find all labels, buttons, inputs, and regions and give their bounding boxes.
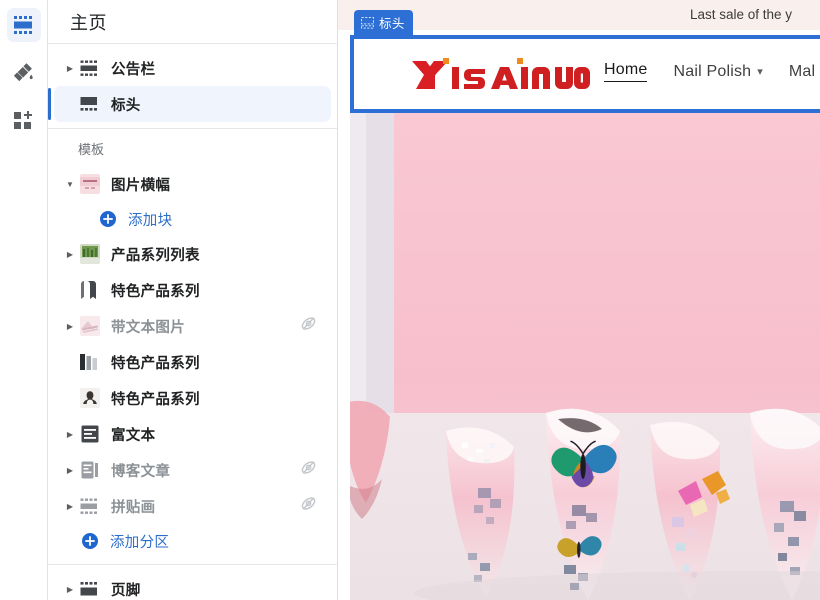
sidebar-item-label: 产品系列列表: [111, 247, 200, 264]
sidebar-group-template: 模板 ▼ 图片横幅 添加块 ▶ 产品系列列表 特色产品系列 ▶ 带文本图片 特色…: [48, 129, 337, 565]
sidebar-item-featured-collection-1[interactable]: ▶ 特色产品系列: [54, 272, 331, 308]
chevron-right-icon[interactable]: ▶: [62, 64, 78, 73]
sidebar-item-label: 带文本图片: [111, 319, 185, 336]
nav-link-home[interactable]: Home: [604, 61, 648, 82]
plus-circle-icon: [80, 531, 100, 551]
chevron-right-icon[interactable]: ▶: [62, 250, 78, 259]
sidebar-item-label: 图片横幅: [111, 177, 171, 194]
announcement-bar-icon: [78, 60, 102, 77]
sidebar-group-top: ▶ 公告栏 ▶: [48, 44, 337, 129]
nav-link-label: Nail Polish: [673, 62, 752, 80]
collage-icon: [78, 498, 102, 515]
hidden-eye-icon[interactable]: [300, 495, 317, 517]
store-logo[interactable]: [410, 53, 590, 97]
model-photo-thumb: [78, 388, 102, 408]
plus-circle-icon: [98, 209, 118, 229]
featured-collection-icon: [78, 353, 102, 371]
sidebar-item-featured-collection-3[interactable]: ▶ 特色产品系列: [54, 380, 331, 416]
sidebar-scroll-area[interactable]: ▶ 公告栏 ▶: [48, 44, 337, 600]
sidebar-item-label: 页脚: [111, 582, 141, 599]
sidebar-item-collection-list[interactable]: ▶ 产品系列列表: [54, 236, 331, 272]
store-nav: Home Nail Polish ▾ Mal: [604, 61, 815, 82]
hero-image-banner[interactable]: [350, 113, 820, 600]
header-icon: [78, 96, 102, 113]
header-section-preview[interactable]: Home Nail Polish ▾ Mal: [350, 35, 820, 113]
add-block-label: 添加块: [128, 212, 173, 229]
tag-icon: [78, 280, 102, 300]
image-with-text-thumb: [78, 316, 102, 336]
pink-nail-art-photo: [350, 113, 820, 600]
sidebar-item-footer[interactable]: ▶ 页脚: [54, 571, 331, 600]
sidebar-header: 主页: [48, 0, 337, 44]
apps-icon: [13, 111, 32, 129]
chevron-right-icon[interactable]: ▶: [62, 585, 78, 594]
sections-sidebar: 主页 ▶ 公告栏 标头 模板 ▼ 图片横幅 添加块 ▶ 产品系列列表 特色产品系…: [48, 0, 338, 600]
sidebar-item-label: 特色产品系列: [111, 283, 200, 300]
add-block-button[interactable]: 添加块: [54, 202, 331, 236]
store-preview: Last sale of the y 标头 Home Nail Polish ▾…: [338, 0, 820, 600]
header-icon: [361, 16, 374, 29]
template-section-label: 模板: [78, 142, 105, 157]
add-section-button[interactable]: 添加分区: [54, 524, 331, 558]
sidebar-item-label: 特色产品系列: [111, 391, 200, 408]
rich-text-icon: [78, 425, 102, 443]
chevron-down-icon[interactable]: ▼: [62, 180, 78, 189]
selected-section-label: 标头: [379, 17, 405, 31]
sections-icon: [13, 16, 32, 34]
add-section-label: 添加分区: [110, 534, 170, 551]
yisainuo-logo-icon: [412, 58, 590, 89]
nav-item-nail-polish[interactable]: Nail Polish ▾: [673, 63, 762, 81]
page-title: 主页: [70, 12, 107, 33]
sidebar-item-label: 标头: [111, 97, 141, 114]
chevron-right-icon[interactable]: ▶: [62, 466, 78, 475]
image-banner-thumb: [78, 174, 102, 194]
sidebar-item-rich-text[interactable]: ▶ 富文本: [54, 416, 331, 452]
icon-rail: [0, 0, 48, 600]
sidebar-item-image-with-text[interactable]: ▶ 带文本图片: [54, 308, 331, 344]
rail-apps-button[interactable]: [7, 104, 41, 138]
chevron-down-icon: ▾: [757, 66, 763, 78]
selected-section-tab[interactable]: 标头: [354, 10, 413, 35]
sidebar-item-label: 拼贴画: [111, 499, 156, 516]
sidebar-item-image-banner[interactable]: ▼ 图片横幅: [54, 166, 331, 202]
footer-icon: [78, 581, 102, 598]
chevron-right-icon[interactable]: ▶: [62, 502, 78, 511]
sidebar-item-announcement-bar[interactable]: ▶ 公告栏: [54, 50, 331, 86]
hidden-eye-icon[interactable]: [300, 459, 317, 481]
sidebar-item-collage[interactable]: ▶ 拼贴画: [54, 488, 331, 524]
sidebar-item-blog-posts[interactable]: ▶ 博客文章: [54, 452, 331, 488]
blog-post-icon: [78, 461, 102, 479]
sidebar-item-label: 博客文章: [111, 463, 171, 480]
announcement-text: Last sale of the y: [690, 7, 793, 22]
sidebar-item-label: 富文本: [111, 427, 156, 444]
sidebar-group-footer: ▶ 页脚: [48, 565, 337, 600]
chevron-right-icon[interactable]: ▶: [62, 322, 78, 331]
chevron-right-icon[interactable]: ▶: [62, 430, 78, 439]
sidebar-item-header[interactable]: ▶ 标头: [48, 86, 331, 122]
rail-theme-settings-button[interactable]: [7, 56, 41, 90]
theme-settings-icon: [13, 63, 33, 82]
sidebar-item-label: 公告栏: [111, 61, 156, 78]
rail-sections-button[interactable]: [6, 8, 41, 42]
hidden-eye-icon[interactable]: [300, 315, 317, 337]
nav-link-mal[interactable]: Mal: [789, 63, 815, 81]
sidebar-item-featured-collection-2[interactable]: ▶ 特色产品系列: [54, 344, 331, 380]
collection-list-thumb: [78, 244, 102, 264]
theme-editor-app: 主页 ▶ 公告栏 标头 模板 ▼ 图片横幅 添加块 ▶ 产品系列列表 特色产品系…: [0, 0, 820, 600]
sidebar-item-label: 特色产品系列: [111, 355, 200, 372]
